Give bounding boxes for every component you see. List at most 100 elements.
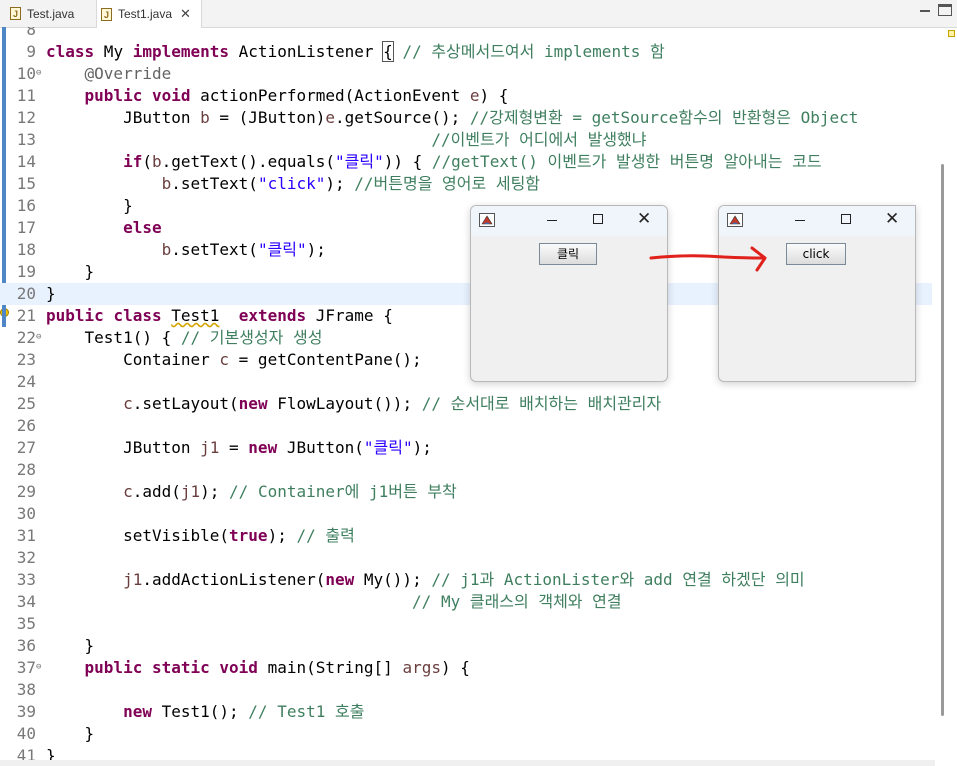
code-text: c.setLayout(new FlowLayout()); // 순서대로 배…: [123, 394, 662, 413]
fold-toggle-icon[interactable]: ⊖: [36, 68, 41, 78]
code-line[interactable]: 37 ⊖ public static void main(String[] arg…: [0, 657, 932, 679]
minimize-editor-icon[interactable]: [918, 4, 932, 16]
code-line[interactable]: 39 new Test1(); // Test1 호출: [0, 701, 932, 723]
code-line[interactable]: 13 //이벤트가 어디에서 발생했냐: [0, 129, 932, 151]
line-number: 13: [16, 130, 36, 149]
fold-toggle-icon[interactable]: ⊖: [36, 662, 41, 672]
code-line[interactable]: 27 JButton j1 = new JButton("클릭");: [0, 437, 932, 459]
code-line[interactable]: 34 // My 클래스의 객체와 연결: [0, 591, 932, 613]
code-text: Test1() { // 기본생성자 생성: [46, 328, 323, 347]
code-line[interactable]: 32: [0, 547, 932, 569]
line-number: 14: [16, 152, 36, 171]
code-text: else: [123, 218, 162, 237]
line-number: 39: [16, 702, 36, 721]
code-line[interactable]: 31 setVisible(true); // 출력: [0, 525, 932, 547]
code-line[interactable]: 29 c.add(j1); // Container에 j1버튼 부착: [0, 481, 932, 503]
tab-label: Test.java: [27, 6, 75, 21]
code-line[interactable]: 36 }: [0, 635, 932, 657]
overview-ruler-marker[interactable]: [948, 30, 955, 37]
maximize-icon[interactable]: [841, 214, 851, 224]
editor-tab-bar: J Test.java J Test1.java ✕: [0, 0, 957, 28]
tab-test1-java[interactable]: J Test1.java ✕: [96, 0, 202, 28]
change-marker-bar: [2, 27, 6, 283]
line-number: 9: [26, 42, 36, 61]
code-line[interactable]: 40 }: [0, 723, 932, 745]
code-text: Container c = getContentPane();: [46, 350, 422, 369]
line-number: 35: [16, 614, 36, 633]
code-text: public class Test1 extends JFrame {: [46, 306, 393, 325]
code-line[interactable]: 38: [0, 679, 932, 701]
minimize-icon[interactable]: [794, 214, 806, 226]
code-line[interactable]: 8: [0, 27, 932, 41]
code-text: public void actionPerformed(ActionEvent …: [84, 86, 509, 105]
line-number: 36: [16, 636, 36, 655]
line-number: 19: [16, 262, 36, 281]
code-text: }: [46, 196, 133, 215]
line-number: 27: [16, 438, 36, 457]
line-number: 26: [16, 416, 36, 435]
line-number: 8: [26, 27, 36, 39]
vertical-scrollbar[interactable]: [941, 164, 944, 716]
line-number: 31: [16, 526, 36, 545]
close-icon[interactable]: ✕: [637, 209, 651, 229]
horizontal-scrollbar[interactable]: [0, 760, 935, 766]
code-text: class My implements ActionListener { // …: [46, 41, 665, 62]
maximize-editor-icon[interactable]: [938, 4, 952, 16]
line-number: 37: [16, 658, 36, 677]
line-number: 34: [16, 592, 36, 611]
minimize-icon[interactable]: [546, 214, 558, 226]
swing-title-bar: ✕: [719, 206, 915, 236]
code-line[interactable]: 10 ⊖ @Override: [0, 63, 932, 85]
line-number: 17: [16, 218, 36, 237]
code-text: //이벤트가 어디에서 발생했냐: [431, 130, 647, 149]
tab-test-java[interactable]: J Test.java: [6, 0, 92, 27]
code-editor[interactable]: 8 9 class My implements ActionListener { /…: [0, 27, 957, 766]
java-app-icon: [479, 213, 495, 227]
red-arrow-annotation: [649, 246, 767, 272]
change-marker-bar: [2, 305, 6, 327]
line-number: 15: [16, 174, 36, 193]
line-number: 18: [16, 240, 36, 259]
line-number: 29: [16, 482, 36, 501]
code-line[interactable]: 15 b.setText("click"); //버튼명을 영어로 세팅함: [0, 173, 932, 195]
line-number: 32: [16, 548, 36, 567]
swing-window-before: ✕ 클릭: [470, 205, 668, 382]
line-number: 23: [16, 350, 36, 369]
line-number: 25: [16, 394, 36, 413]
code-line[interactable]: 28: [0, 459, 932, 481]
code-text: JButton j1 = new JButton("클릭");: [46, 438, 432, 457]
close-tab-icon[interactable]: ✕: [180, 6, 191, 22]
line-number: 12: [16, 108, 36, 127]
code-line[interactable]: 25 c.setLayout(new FlowLayout()); // 순서대…: [0, 393, 932, 415]
maximize-icon[interactable]: [593, 214, 603, 224]
close-icon[interactable]: ✕: [885, 209, 899, 229]
line-number: 28: [16, 460, 36, 479]
code-line[interactable]: 14 if(b.getText().equals("클릭")) { //getT…: [0, 151, 932, 173]
code-text: setVisible(true); // 출력: [46, 526, 355, 545]
line-number: 11: [16, 86, 36, 105]
click-button-english[interactable]: click: [786, 243, 846, 265]
code-text: b.setText("click"); //버튼명을 영어로 세팅함: [161, 174, 541, 193]
code-line[interactable]: 35: [0, 613, 932, 635]
code-text: if(b.getText().equals("클릭")) { //getText…: [123, 152, 822, 171]
line-number: 24: [16, 372, 36, 391]
line-number: 33: [16, 570, 36, 589]
code-line[interactable]: 11 public void actionPerformed(ActionEve…: [0, 85, 932, 107]
code-line[interactable]: 12 JButton b = (JButton)e.getSource(); /…: [0, 107, 932, 129]
java-file-icon: J: [101, 7, 112, 21]
swing-title-bar: ✕: [471, 206, 667, 236]
code-line[interactable]: 26: [0, 415, 932, 437]
java-app-icon: [727, 213, 743, 227]
line-number: 38: [16, 680, 36, 699]
code-text: JButton b = (JButton)e.getSource(); //강제…: [46, 108, 859, 127]
click-button-korean[interactable]: 클릭: [539, 243, 597, 265]
code-line[interactable]: 30: [0, 503, 932, 525]
code-line[interactable]: 33 j1.addActionListener(new My()); // j1…: [0, 569, 932, 591]
line-number: 21: [16, 306, 36, 325]
code-line[interactable]: 9 class My implements ActionListener { //…: [0, 41, 932, 63]
line-number: 16: [16, 196, 36, 215]
code-text: b.setText("클릭");: [161, 240, 326, 259]
line-number: 30: [16, 504, 36, 523]
line-number: 20: [16, 284, 36, 303]
fold-toggle-icon[interactable]: ⊖: [36, 332, 41, 342]
